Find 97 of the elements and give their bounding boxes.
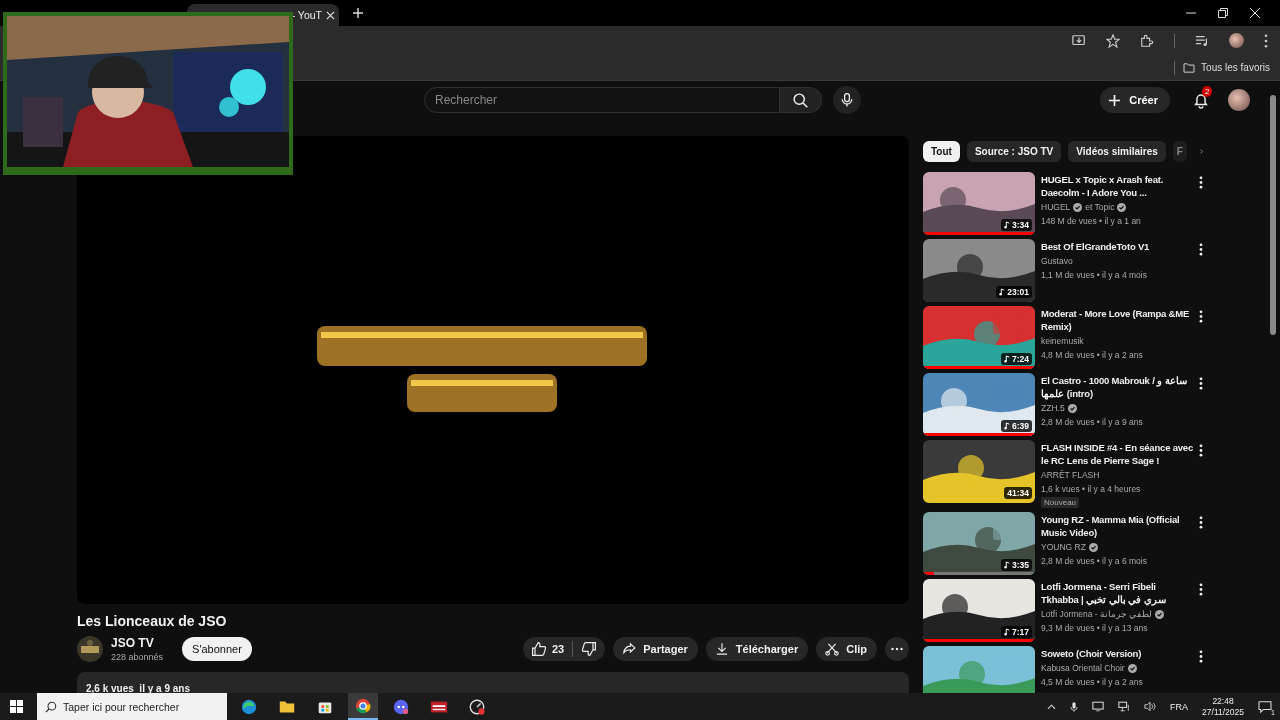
subscribe-button[interactable]: S'abonner [182, 637, 252, 661]
view-stats: 2,8 M de vues • il y a 9 ans [1041, 417, 1144, 427]
media-icon[interactable] [1195, 33, 1209, 48]
view-stats: 1,1 M de vues • il y a 4 mois [1041, 270, 1148, 280]
channel-name[interactable]: Gustavo [1041, 256, 1073, 266]
search-field[interactable]: Rechercher [424, 87, 780, 113]
clock-time[interactable]: 22:48 [1212, 695, 1234, 707]
filter-chip[interactable]: Vidéos similaires [1068, 140, 1166, 162]
app-icon [240, 697, 258, 716]
folder-icon [1183, 62, 1196, 73]
monitor-icon[interactable] [1092, 701, 1105, 712]
notification-count: 2 [1202, 86, 1213, 97]
more-icon[interactable] [1199, 310, 1203, 323]
microphone-icon[interactable] [1070, 700, 1079, 713]
channel-name[interactable]: keinemusik [1041, 336, 1084, 346]
bell-icon[interactable] [1192, 91, 1210, 109]
video-title[interactable]: FLASH INSIDE #4 - En séance avec le RC Lens de Pierre Sage ! [1041, 441, 1193, 467]
view-stats: 4,8 M de vues • il y a 2 ans [1041, 350, 1144, 360]
more-icon[interactable] [1199, 243, 1203, 256]
video-title[interactable]: El Castro - 1000 Mabrouk / ساعة و علمها (intro) [1041, 374, 1193, 400]
close-icon[interactable] [1250, 8, 1260, 18]
video-title[interactable]: Young RZ - Mamma Mia (Official Music Video) [1041, 513, 1193, 539]
new-badge: Nouveau [1041, 497, 1080, 508]
star-icon[interactable] [1106, 33, 1120, 48]
video-title[interactable]: Best Of ElGrandeToto V1 [1041, 240, 1193, 253]
download-button[interactable]: Télécharger [705, 637, 809, 661]
channel-name[interactable]: ARRÊT FLASH [1041, 470, 1100, 480]
more-icon[interactable] [1199, 650, 1203, 663]
create-button[interactable]: Créer [1100, 87, 1170, 113]
plus-icon [1108, 93, 1122, 107]
more-icon[interactable] [1199, 176, 1203, 189]
filter-chip[interactable]: Source : JSO TV [966, 140, 1062, 162]
share-button[interactable]: Partager [613, 637, 698, 661]
clip-button[interactable]: Clip [816, 637, 877, 661]
view-stats: 2,8 M de vues • il y a 6 mois [1041, 556, 1148, 566]
app-icon [354, 696, 372, 715]
channel-name[interactable]: ZZH.5 [1041, 403, 1065, 413]
video-title[interactable]: Lotfi Jormena - Serri Fibeli Tkhabba | سري في بالي تخبي [1041, 580, 1193, 606]
new-tab-icon[interactable] [353, 8, 363, 18]
more-icon [891, 647, 903, 651]
profile-avatar[interactable] [1229, 33, 1244, 48]
more-icon[interactable] [1199, 583, 1203, 596]
filter-chip[interactable]: Tout [923, 140, 960, 162]
account-avatar[interactable] [1228, 89, 1250, 111]
duration-badge: 7:17 [1001, 626, 1032, 638]
thumbs-down-icon [581, 641, 598, 657]
share-icon [621, 641, 638, 657]
taskbar-search-field[interactable]: Taper ici pour rechercher [37, 693, 227, 720]
more-icon[interactable] [1199, 444, 1203, 457]
channel-name[interactable]: HUGEL [1041, 202, 1071, 212]
more-icon[interactable] [1199, 377, 1203, 390]
duration-badge: 41:34 [1004, 487, 1032, 499]
puzzle-icon[interactable] [1140, 33, 1154, 48]
video-title[interactable]: Soweto (Choir Version) [1041, 647, 1193, 660]
network-icon[interactable] [1118, 701, 1131, 712]
speaker-icon[interactable] [1144, 701, 1157, 712]
duration-badge: 6:39 [1001, 420, 1032, 432]
close-icon[interactable] [326, 10, 335, 20]
restore-icon[interactable] [1218, 8, 1228, 18]
view-stats: 9,3 M de vues • il y a 13 ans [1041, 623, 1149, 633]
more-button[interactable] [885, 637, 909, 661]
video-title[interactable]: HUGEL x Topic x Arash feat. Daecolm - I Adore You ... [1041, 173, 1193, 199]
channel-name[interactable]: Lotfi Jormena - لطفي جرمانة [1041, 609, 1153, 619]
notification-icon [1258, 700, 1272, 713]
search-icon [792, 91, 809, 109]
view-stats: 4,5 M de vues • il y a 2 ans [1041, 677, 1144, 687]
microphone-icon [839, 92, 855, 108]
subscriber-count: 228 abonnés [111, 652, 164, 662]
menu-icon[interactable] [1264, 33, 1268, 48]
caret-up-icon[interactable] [1047, 703, 1057, 710]
windows-start-icon[interactable] [10, 700, 23, 713]
view-stats: 148 M de vues • il y a 1 an [1041, 216, 1142, 226]
channel-avatar[interactable] [77, 636, 103, 662]
language-indicator[interactable]: FRA [1170, 701, 1189, 712]
duration-badge: 3:34 [1001, 219, 1032, 231]
app-icon [468, 697, 486, 716]
thumbs-up-icon [530, 641, 547, 657]
bookmark-folder[interactable]: Tous les favoris [1183, 62, 1270, 73]
more-icon[interactable] [1199, 516, 1203, 529]
microphone-button[interactable] [833, 86, 861, 114]
clock-date[interactable]: 27/11/2025 [1202, 706, 1244, 718]
app-icon [392, 697, 410, 716]
filter-chip[interactable]: F [1172, 140, 1187, 162]
channel-name[interactable]: YOUNG RZ [1041, 542, 1086, 552]
duration-badge: 3:35 [1001, 559, 1032, 571]
duration-badge: 7:24 [1001, 353, 1032, 365]
channel-name[interactable]: et Topic [1085, 202, 1115, 212]
duration-badge: 23:01 [996, 286, 1032, 298]
video-title: Les Lionceaux de JSO [77, 613, 228, 629]
install-icon[interactable] [1072, 33, 1086, 48]
search-button[interactable] [780, 87, 822, 113]
channel-name[interactable]: JSO TV [111, 636, 164, 650]
clip-icon [824, 641, 841, 657]
view-stats: 1,6 k vues • il y a 4 heures [1041, 484, 1142, 494]
video-title[interactable]: Moderat - More Love (Rampa &ME Remix) [1041, 307, 1193, 333]
channel-name[interactable]: Kabusa Oriental Choir [1041, 663, 1125, 673]
chrome-app-icon[interactable] [348, 693, 378, 720]
